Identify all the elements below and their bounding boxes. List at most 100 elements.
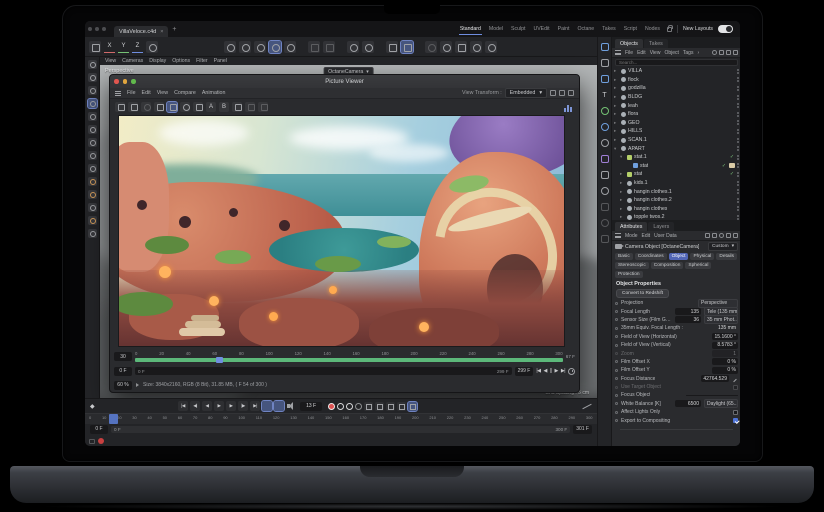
popout-icon[interactable]	[733, 233, 738, 238]
enabled-check-icon[interactable]: ✓	[729, 171, 735, 177]
keyframe-dot-icon[interactable]	[615, 302, 618, 305]
attribute-value-field[interactable]: 36	[675, 316, 701, 323]
volume-icon[interactable]	[470, 41, 482, 53]
menu-item[interactable]: Object	[664, 50, 678, 56]
back-arrow-icon[interactable]	[705, 233, 710, 238]
play-button[interactable]: ▶	[214, 401, 224, 411]
menu-item[interactable]: Tags	[683, 50, 694, 56]
visibility-dots[interactable]	[737, 112, 739, 117]
menu-item[interactable]: File	[625, 50, 633, 56]
layout-tab[interactable]: Paint	[557, 24, 571, 34]
search-icon[interactable]	[712, 50, 717, 55]
simulate-icon[interactable]	[425, 41, 437, 53]
lock-icon[interactable]	[726, 233, 731, 238]
lasso-selection-icon[interactable]	[88, 86, 97, 95]
object-row[interactable]: ▸ flora	[612, 110, 740, 119]
attribute-value-field[interactable]: 6500	[675, 400, 701, 407]
attribute-tab[interactable]: Physical	[690, 253, 714, 260]
attribute-value-field[interactable]: 8.5783 °	[712, 342, 738, 349]
expander-icon[interactable]: ▸	[620, 180, 625, 186]
keyframe-dot-icon[interactable]	[615, 402, 618, 405]
layout-tab[interactable]: Takes	[601, 24, 617, 34]
expander-icon[interactable]: ▸	[620, 189, 625, 195]
scale-tool-icon[interactable]	[88, 125, 97, 134]
key-snap-button[interactable]	[274, 401, 284, 411]
pv-range-end-field[interactable]: 299 F	[515, 367, 534, 376]
search-icon[interactable]	[719, 233, 724, 238]
keyframe-params-button[interactable]	[355, 403, 362, 410]
keyframe-dot-icon[interactable]	[615, 419, 618, 422]
timeline-ruler[interactable]: 0102030405060708090100110120130140150160…	[85, 413, 597, 424]
pv-pause-button[interactable]: ||	[550, 368, 552, 374]
split-panel-icon[interactable]	[550, 90, 556, 96]
viewport-menu-item[interactable]: Filter	[196, 58, 208, 64]
filter-icon[interactable]	[245, 102, 255, 112]
keyframe-dot-icon[interactable]	[615, 335, 618, 338]
visibility-dots[interactable]	[737, 86, 739, 91]
expander-icon[interactable]: ▸	[614, 120, 619, 126]
cube-icon[interactable]	[601, 75, 609, 83]
range-right-handle-label[interactable]: 300 F	[555, 427, 567, 432]
visibility-dots[interactable]	[737, 206, 739, 211]
panel-tab[interactable]: Layers	[648, 222, 674, 231]
axis-z-button[interactable]: Z	[132, 41, 143, 53]
menu-item[interactable]: View	[157, 90, 168, 96]
layout-tab[interactable]: Standard	[459, 24, 482, 35]
axis-x-button[interactable]: X	[104, 41, 115, 53]
expand-info-icon[interactable]	[136, 383, 139, 387]
loop-mode-button[interactable]	[262, 401, 272, 411]
record-pla-icon[interactable]	[408, 402, 417, 411]
pv-play-button[interactable]: ▶	[554, 368, 557, 374]
expander-icon[interactable]: ▾	[614, 146, 619, 152]
attribute-tab[interactable]: Basic	[615, 253, 633, 260]
attribute-value-field[interactable]: 0 %	[712, 358, 738, 365]
viewport-menu-item[interactable]: Cameras	[122, 58, 143, 64]
menu-item[interactable]: Edit	[637, 50, 646, 56]
pv-goto-end-button[interactable]: ▶|	[561, 368, 565, 374]
record-position-icon[interactable]	[364, 402, 373, 411]
object-row[interactable]: ▸ GEO	[612, 119, 740, 128]
keyframe-dot-icon[interactable]	[615, 318, 618, 321]
range-left-handle-label[interactable]: 0 F	[114, 427, 121, 432]
expander-icon[interactable]: ▸	[620, 197, 625, 203]
pv-range-slider[interactable]: 0 F 299 F	[135, 367, 512, 375]
pv-fps-box[interactable]: 30	[114, 352, 132, 361]
convert-to-redshift-button[interactable]: Convert to Redshift	[616, 289, 669, 298]
pv-zoom-field[interactable]: 60 %	[114, 381, 132, 390]
keyframe-selection-button[interactable]	[337, 403, 344, 410]
pen-spline-icon[interactable]	[601, 43, 609, 51]
gumball-icon[interactable]	[89, 41, 101, 53]
keyframe-dot-icon[interactable]	[615, 327, 618, 330]
pv-range-start-field[interactable]: 0 F	[114, 367, 132, 376]
object-row[interactable]: ▸ godzilla	[612, 84, 740, 93]
record-button[interactable]	[328, 403, 335, 410]
points-mode-icon[interactable]	[88, 177, 97, 186]
layout-tab[interactable]: Octane	[576, 24, 595, 34]
lock-layout-icon[interactable]	[667, 27, 672, 32]
attribute-dropdown[interactable]: Daylight (65...	[704, 399, 738, 408]
range-max-field[interactable]: 301 F	[573, 425, 592, 434]
popout-icon[interactable]	[559, 90, 565, 96]
save-image-icon[interactable]	[128, 102, 138, 112]
menu-item[interactable]: Mode	[625, 233, 638, 239]
menu-overflow-icon[interactable]: ›	[697, 50, 699, 56]
interactive-render-icon[interactable]	[254, 41, 266, 53]
menu-item[interactable]: User Data	[654, 233, 677, 239]
layout-stub-icon[interactable]	[89, 439, 95, 444]
object-row[interactable]: ▸ kids.1	[612, 179, 740, 188]
histogram-icon[interactable]	[564, 102, 574, 112]
attribute-checkbox[interactable]	[733, 410, 738, 415]
menu-item[interactable]: File	[127, 90, 136, 96]
panel-tab[interactable]: Takes	[644, 39, 668, 48]
visibility-dots[interactable]	[737, 146, 739, 151]
object-row[interactable]: ▸ leah	[612, 101, 740, 110]
pv-prev-frame-button[interactable]: ◀	[544, 368, 547, 374]
attribute-tab[interactable]: Protection	[615, 271, 643, 278]
visibility-dots[interactable]	[737, 95, 739, 100]
render-alert-icon[interactable]	[98, 438, 104, 444]
camera-create-icon[interactable]	[601, 171, 609, 179]
workplane-icon[interactable]	[308, 41, 320, 53]
zoom-fit-icon[interactable]	[167, 102, 177, 112]
shading-mode-icon[interactable]	[269, 41, 281, 53]
deformer-icon[interactable]	[601, 155, 609, 163]
